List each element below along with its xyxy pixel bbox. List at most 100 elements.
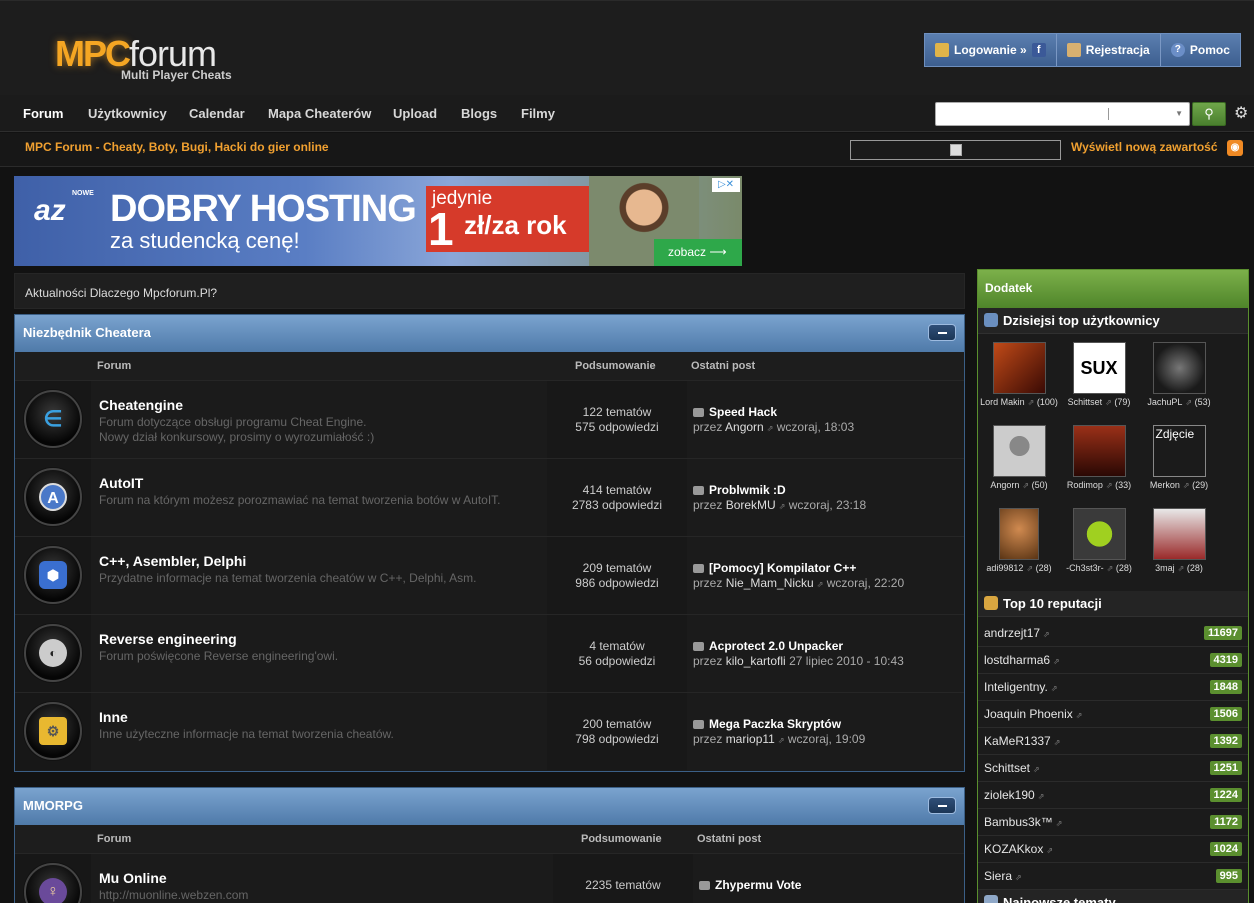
post-bubble-icon (693, 486, 704, 496)
last-post-title[interactable]: Acprotect 2.0 Unpacker (709, 639, 843, 653)
last-post-title[interactable]: Problwmik :D (709, 483, 786, 497)
list-item[interactable]: Inteligentny. ⇗ 1848 (978, 674, 1248, 701)
top-user[interactable]: JachuPL ⇗ (53) (1139, 342, 1219, 407)
list-item[interactable]: Bambus3k™ ⇗ 1172 (978, 809, 1248, 836)
nav-forum[interactable]: Forum (23, 106, 63, 121)
ad-choices-icon[interactable]: ▷✕ (712, 178, 740, 192)
forum-title[interactable]: Reverse engineering (99, 631, 237, 647)
nav-upload[interactable]: Upload (393, 106, 437, 121)
search-button[interactable]: ⚲ (1192, 102, 1226, 126)
list-item[interactable]: ziolek190 ⇗ 1224 (978, 782, 1248, 809)
last-post-title[interactable]: Zhypermu Vote (715, 878, 801, 892)
avatar[interactable]: Zdjęcie (1152, 425, 1206, 477)
ad-cta-button[interactable]: zobacz ⟶ (654, 239, 742, 266)
list-item[interactable]: KOZAKkox ⇗ 1024 (978, 836, 1248, 863)
last-post-user[interactable]: BorekMU (726, 498, 776, 512)
last-post: [Pomocy] Kompilator C++ przez Nie_Mam_Ni… (693, 561, 905, 590)
nav-users[interactable]: Użytkownicy (88, 106, 167, 121)
last-post-user[interactable]: mariop11 (726, 732, 775, 746)
forum-row[interactable]: ⬢ C++, Asembler, Delphi Przydatne inform… (15, 536, 964, 614)
top-user[interactable]: 3maj ⇗ (28) (1139, 508, 1219, 573)
forum-row[interactable]: A AutoIT Forum na którym możesz porozmaw… (15, 458, 964, 536)
forum-title[interactable]: C++, Asembler, Delphi (99, 553, 246, 569)
forum-row[interactable]: ∈ Cheatengine Forum dotyczące obsługi pr… (15, 380, 964, 458)
last-post-user[interactable]: Nie_Mam_Nicku (726, 576, 814, 590)
forum-description: Forum poświęcone Reverse engineering'owi… (99, 649, 339, 663)
list-item[interactable]: KaMeR1337 ⇗ 1392 (978, 728, 1248, 755)
login-link[interactable]: Logowanie » f (925, 34, 1057, 66)
forum-row[interactable]: ⚙ Inne Inne użyteczne informacje na tema… (15, 692, 964, 770)
register-link[interactable]: Rejestracja (1057, 34, 1161, 66)
avatar[interactable] (1152, 508, 1206, 560)
avatar[interactable] (992, 425, 1046, 477)
site-tagline-link[interactable]: MPC Forum - Cheaty, Boty, Bugi, Hacki do… (25, 140, 329, 154)
list-item[interactable]: Joaquin Phoenix ⇗ 1506 (978, 701, 1248, 728)
external-icon: ⇗ (1050, 684, 1058, 693)
external-icon: ⇗ (1043, 630, 1050, 639)
forum-title[interactable]: Cheatengine (99, 397, 183, 413)
nav-cheater-map[interactable]: Mapa Cheaterów (268, 106, 371, 121)
last-post-user[interactable]: Angorn (725, 420, 764, 434)
list-item[interactable]: Siera ⇗ 995 (978, 863, 1248, 890)
top-user[interactable]: adi99812 ⇗ (28) (979, 508, 1059, 573)
external-icon: ⇗ (1055, 819, 1063, 828)
newest-topics-header: Najnowsze tematy (978, 890, 1248, 903)
autoit-icon: A (24, 468, 82, 526)
nav-calendar[interactable]: Calendar (189, 106, 245, 121)
last-post-user[interactable]: kilo_kartofli (726, 654, 786, 668)
forum-title[interactable]: Inne (99, 709, 128, 725)
reverse-engineering-icon: ◐ (24, 624, 82, 682)
avatar[interactable] (1072, 508, 1126, 560)
forum-title[interactable]: Mu Online (99, 870, 167, 886)
list-item[interactable]: andrzejt17 ⇗ 11697 (978, 620, 1248, 647)
avatar[interactable] (992, 342, 1046, 394)
external-icon: ⇗ (1033, 765, 1040, 774)
collapse-icon[interactable] (928, 324, 956, 341)
facebook-icon[interactable]: f (1031, 43, 1046, 57)
site-logo[interactable]: MPCforum Multi Player Cheats (55, 33, 232, 82)
ad-brand-logo: az NOWE (34, 190, 94, 227)
help-link[interactable]: ? Pomoc (1161, 34, 1240, 66)
news-bar[interactable]: Aktualności Dlaczego Mpcforum.Pl? (14, 273, 965, 309)
ad-price-box: jedynie 1 zł/za rok (426, 186, 602, 255)
gear-icon[interactable]: ⚙ (1234, 103, 1248, 123)
avatar[interactable] (999, 508, 1039, 560)
top-user[interactable]: Lord Makin ⇗ (100) (979, 342, 1059, 407)
top-user[interactable]: Angorn ⇗ (50) (979, 425, 1059, 490)
collapse-icon[interactable] (928, 797, 956, 814)
forum-row[interactable]: ◐ Reverse engineering Forum poświęcone R… (15, 614, 964, 692)
top-reputation-header: Top 10 reputacji (978, 591, 1248, 617)
user-bar: Logowanie » f Rejestracja ? Pomoc (924, 33, 1241, 67)
forum-stats: 200 tematów 798 odpowiedzi (547, 693, 687, 770)
nav-movies[interactable]: Filmy (521, 106, 555, 121)
forum-description: Forum dotyczące obsługi programu Cheat E… (99, 415, 375, 444)
last-post: Problwmik :D przez BorekMU ⇗ wczoraj, 23:… (693, 483, 867, 512)
last-post-title[interactable]: [Pomocy] Kompilator C++ (709, 561, 856, 575)
rss-icon[interactable]: ◉ (1227, 140, 1243, 156)
external-icon: ⇗ (1053, 657, 1060, 666)
last-post-title[interactable]: Speed Hack (709, 405, 777, 419)
list-item[interactable]: lostdharma6 ⇗ 4319 (978, 647, 1248, 674)
other-icon: ⚙ (24, 702, 82, 760)
avatar[interactable] (1072, 425, 1126, 477)
external-icon: ⇗ (1182, 481, 1190, 490)
chevron-down-icon[interactable]: ▼ (1175, 109, 1183, 118)
forum-description: http://muonline.webzen.com (99, 888, 249, 902)
avatar[interactable]: SUX (1072, 342, 1126, 394)
search-input[interactable]: ▼ (935, 102, 1190, 126)
forum-title[interactable]: AutoIT (99, 475, 143, 491)
last-post: Acprotect 2.0 Unpacker przez kilo_kartof… (693, 639, 904, 668)
top-user[interactable]: Rodimop ⇗ (33) (1059, 425, 1139, 490)
forum-row[interactable]: ♀ Mu Online http://muonline.webzen.com 2… (15, 853, 964, 903)
view-new-content-link[interactable]: Wyświetl nową zawartość (1071, 140, 1218, 154)
nav-blogs[interactable]: Blogs (461, 106, 497, 121)
advertisement-banner[interactable]: az NOWE DOBRY HOSTING za studencką cenę! … (14, 176, 742, 266)
top-user[interactable]: SUX Schittset ⇗ (79) (1059, 342, 1139, 407)
list-item[interactable]: Schittset ⇗ 1251 (978, 755, 1248, 782)
avatar[interactable] (1152, 342, 1206, 394)
column-headers: Forum Podsumowanie Ostatni post (15, 825, 964, 853)
last-post-title[interactable]: Mega Paczka Skryptów (709, 717, 841, 731)
top-user[interactable]: -Ch3st3r- ⇗ (28) (1059, 508, 1139, 573)
external-icon: ⇗ (1075, 711, 1083, 720)
top-user[interactable]: Zdjęcie Merkon ⇗ (29) (1139, 425, 1219, 490)
